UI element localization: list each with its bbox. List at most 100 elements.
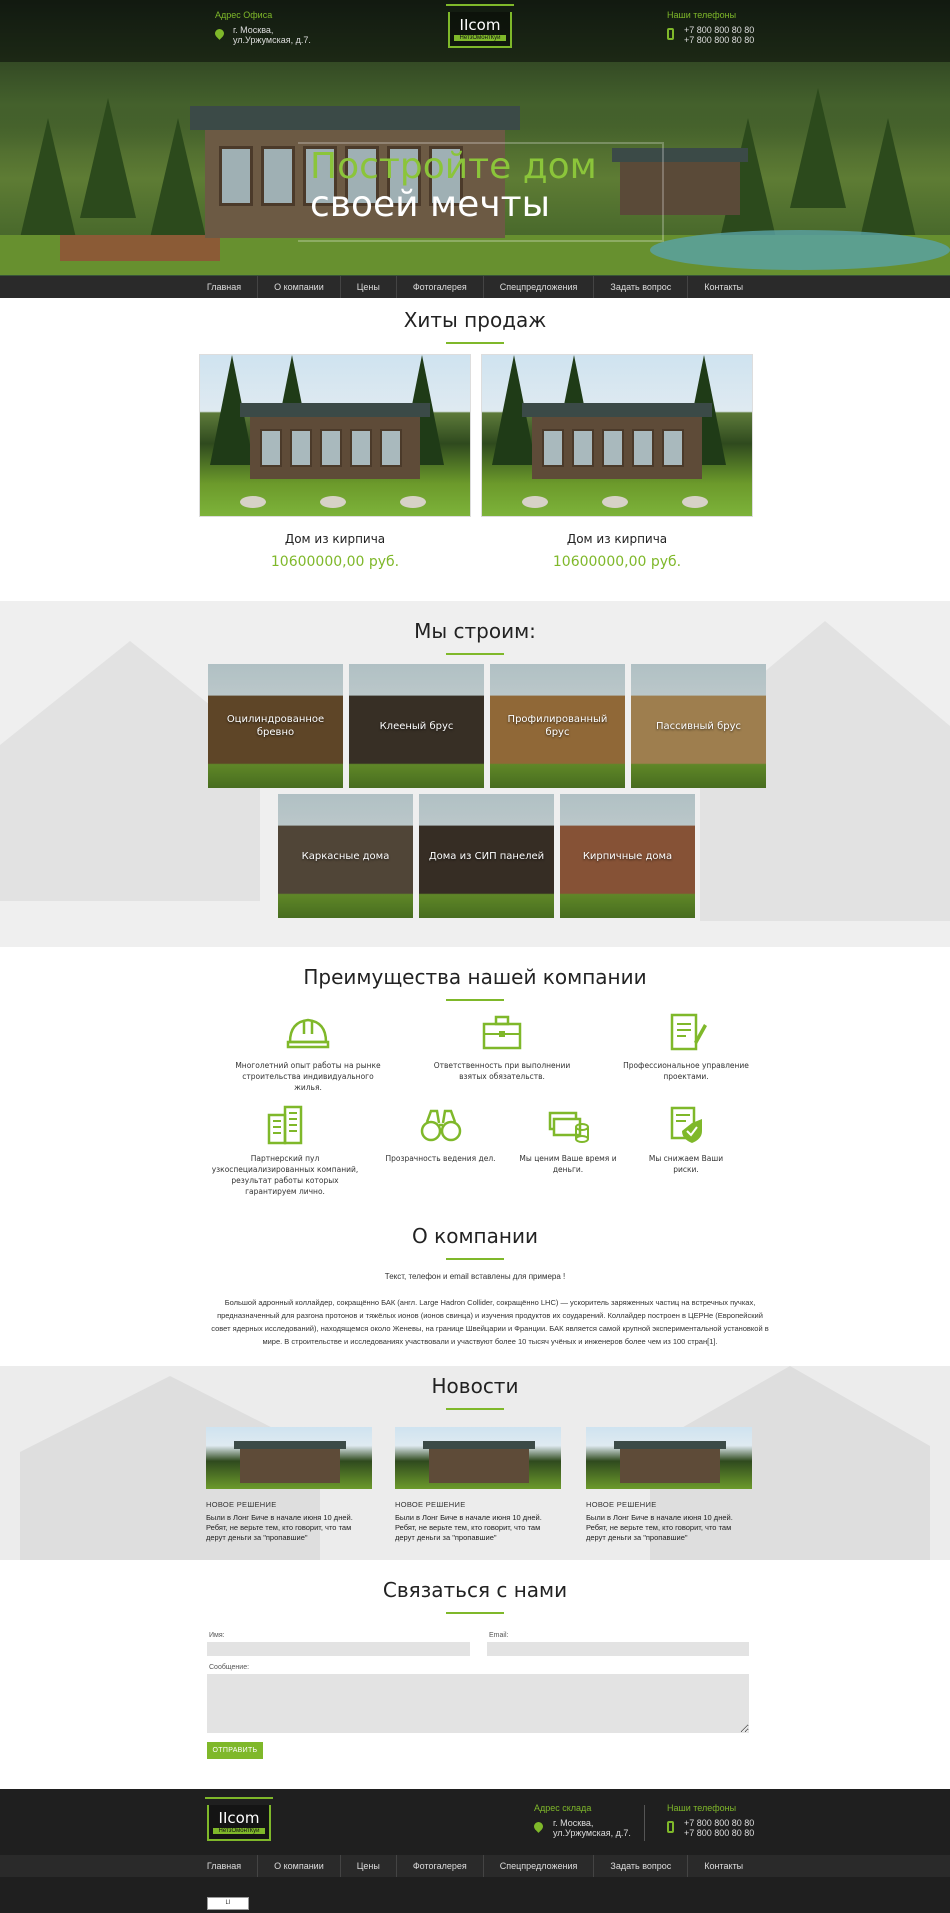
section-title: Хиты продаж bbox=[403, 308, 547, 332]
product-price: 10600000,00 руб. bbox=[552, 554, 682, 570]
title-underline bbox=[446, 1612, 504, 1614]
nav-item-offers[interactable]: Спецпредложения bbox=[484, 276, 595, 298]
news-tag[interactable]: НОВОЕ РЕШЕНИЕ bbox=[395, 1500, 561, 1509]
contact-section: Связаться с нами Имя: Email: Сообщение: … bbox=[0, 1560, 950, 1789]
top-bar: Адрес Офиса г. Москва, ул.Уржумская, д.7… bbox=[0, 0, 950, 62]
build-type-tile[interactable]: Каркасные дома bbox=[278, 794, 413, 918]
news-item[interactable]: НОВОЕ РЕШЕНИЕ Были в Лонг Биче в начале … bbox=[206, 1427, 372, 1543]
advantage-text: Многолетний опыт работы на рынке строите… bbox=[235, 1061, 381, 1092]
product-image[interactable] bbox=[199, 354, 471, 517]
news-image[interactable] bbox=[395, 1427, 561, 1489]
advantage-item: Мы ценим Ваше время и деньги. bbox=[518, 1105, 618, 1175]
hard-hat-icon bbox=[286, 1012, 330, 1052]
advantage-item: Многолетний опыт работы на рынке строите… bbox=[228, 1012, 388, 1093]
about-lead: Текст, телефон и email вставлены для при… bbox=[384, 1272, 566, 1281]
footer-logo[interactable]: IIcom НетзОмонтКуй bbox=[205, 1797, 273, 1841]
site-logo[interactable]: IIcom НетзОмонтКуй bbox=[446, 4, 514, 48]
name-input[interactable] bbox=[207, 1642, 470, 1656]
nav-item-offers[interactable]: Спецпредложения bbox=[484, 1855, 595, 1877]
advantages-section: Преимущества нашей компании Многолетний … bbox=[0, 947, 950, 1239]
title-underline bbox=[446, 342, 504, 344]
about-section: О компании Текст, телефон и email вставл… bbox=[0, 1210, 950, 1360]
build-type-tile[interactable]: Кирпичные дома bbox=[560, 794, 695, 918]
tile-label: Профилированный брус bbox=[507, 714, 608, 738]
advantage-text: Мы ценим Ваше время и деньги. bbox=[519, 1154, 617, 1174]
email-label: Email: bbox=[489, 1632, 509, 1639]
hero-section: Адрес Офиса г. Москва, ул.Уржумская, д.7… bbox=[0, 0, 950, 298]
nav-item-ask[interactable]: Задать вопрос bbox=[594, 276, 689, 298]
hero-deck bbox=[60, 235, 220, 261]
address-line: ул.Уржумская, д.7. bbox=[233, 35, 311, 45]
nav-item-ask[interactable]: Задать вопрос bbox=[594, 1855, 689, 1877]
advantage-text: Ответственность при выполнении взятых об… bbox=[433, 1061, 571, 1081]
build-type-tile[interactable]: Дома из СИП панелей bbox=[419, 794, 554, 918]
news-image[interactable] bbox=[586, 1427, 752, 1489]
nav-item-gallery[interactable]: Фотогалерея bbox=[397, 1855, 484, 1877]
footer: IIcom НетзОмонтКуй Адрес склада г. Москв… bbox=[0, 1789, 950, 1913]
section-title: Мы строим: bbox=[414, 619, 536, 643]
news-tag[interactable]: НОВОЕ РЕШЕНИЕ bbox=[206, 1500, 372, 1509]
briefcase-icon bbox=[480, 1012, 524, 1052]
about-text: Большой адронный коллайдер, сокращённо Б… bbox=[211, 1298, 769, 1346]
phones: Наши телефоны +7 800 800 80 80 +7 800 80… bbox=[667, 10, 754, 45]
nav-item-contacts[interactable]: Контакты bbox=[688, 1855, 759, 1877]
hero-tree bbox=[80, 98, 136, 218]
nav-item-prices[interactable]: Цены bbox=[341, 1855, 397, 1877]
hero-title-line2: своей мечты bbox=[310, 184, 550, 225]
name-label: Имя: bbox=[209, 1632, 225, 1639]
logo-name: IIcom bbox=[218, 1809, 260, 1827]
phone-number[interactable]: +7 800 800 80 80 bbox=[684, 35, 754, 45]
nav-item-home[interactable]: Главная bbox=[191, 1855, 259, 1877]
build-type-tile[interactable]: Профилированный брус bbox=[490, 664, 625, 788]
advantage-item: Ответственность при выполнении взятых об… bbox=[422, 1012, 582, 1082]
warehouse-address: Адрес склада г. Москва, ул.Уржумская, д.… bbox=[534, 1803, 631, 1838]
phone-number[interactable]: +7 800 800 80 80 bbox=[684, 1828, 754, 1838]
hero-tree bbox=[150, 118, 206, 238]
office-address: Адрес Офиса г. Москва, ул.Уржумская, д.7… bbox=[215, 10, 311, 45]
news-text: Были в Лонг Биче в начале июня 10 дней. … bbox=[586, 1513, 733, 1542]
phones-label: Наши телефоны bbox=[667, 10, 737, 20]
nav-item-contacts[interactable]: Контакты bbox=[688, 276, 759, 298]
hero-tree bbox=[20, 118, 76, 238]
email-input[interactable] bbox=[487, 1642, 749, 1656]
title-underline bbox=[446, 1258, 504, 1260]
product-name[interactable]: Дом из кирпича bbox=[199, 532, 471, 546]
tile-label: Оцилиндрованное бревно bbox=[226, 714, 325, 738]
nav-item-about[interactable]: О компании bbox=[258, 276, 341, 298]
bestsellers-section: Хиты продаж Дом из кирпича 10600000,00 р… bbox=[0, 298, 950, 601]
news-item[interactable]: НОВОЕ РЕШЕНИЕ Были в Лонг Биче в начале … bbox=[395, 1427, 561, 1543]
logo-name: IIcom bbox=[459, 16, 501, 34]
build-type-tile[interactable]: Пассивный брус bbox=[631, 664, 766, 788]
logo-roof-icon bbox=[446, 4, 514, 18]
send-button[interactable]: ОТПРАВИТЬ bbox=[207, 1742, 263, 1759]
footer-phones: Наши телефоны +7 800 800 80 80 +7 800 80… bbox=[667, 1803, 754, 1838]
logo-roof-icon bbox=[205, 1797, 273, 1811]
tile-label: Дома из СИП панелей bbox=[428, 850, 545, 862]
document-pen-icon bbox=[664, 1012, 708, 1052]
news-section: Новости НОВОЕ РЕШЕНИЕ Были в Лонг Биче в… bbox=[0, 1366, 950, 1560]
build-type-tile[interactable]: Клееный брус bbox=[349, 664, 484, 788]
nav-item-gallery[interactable]: Фотогалерея bbox=[397, 276, 484, 298]
hero-title: Постройте дом своей мечты bbox=[310, 148, 597, 224]
news-text: Были в Лонг Биче в начале июня 10 дней. … bbox=[395, 1513, 542, 1542]
build-type-tile[interactable]: Оцилиндрованное бревно bbox=[208, 664, 343, 788]
advantage-item: Партнерский пул узкоспециализированных к… bbox=[210, 1105, 360, 1197]
product-card[interactable]: Дом из кирпича 10600000,00 руб. bbox=[481, 354, 753, 570]
news-item[interactable]: НОВОЕ РЕШЕНИЕ Были в Лонг Биче в начале … bbox=[586, 1427, 752, 1543]
tile-label: Клееный брус bbox=[379, 720, 454, 732]
phone-number[interactable]: +7 800 800 80 80 bbox=[684, 25, 754, 35]
advantage-text: Мы снижаем Ваши риски. bbox=[648, 1154, 724, 1174]
nav-item-prices[interactable]: Цены bbox=[341, 276, 397, 298]
phone-number[interactable]: +7 800 800 80 80 bbox=[684, 1818, 754, 1828]
product-image[interactable] bbox=[481, 354, 753, 517]
hero-title-line1: Постройте дом bbox=[310, 146, 597, 187]
product-card[interactable]: Дом из кирпича 10600000,00 руб. bbox=[199, 354, 471, 570]
product-name[interactable]: Дом из кирпича bbox=[481, 532, 753, 546]
message-label: Сообщение: bbox=[209, 1664, 250, 1671]
nav-item-about[interactable]: О компании bbox=[258, 1855, 341, 1877]
news-tag[interactable]: НОВОЕ РЕШЕНИЕ bbox=[586, 1500, 752, 1509]
counter-badge[interactable]: LI bbox=[207, 1897, 249, 1910]
nav-item-home[interactable]: Главная bbox=[191, 276, 259, 298]
news-image[interactable] bbox=[206, 1427, 372, 1489]
message-textarea[interactable] bbox=[207, 1674, 749, 1733]
